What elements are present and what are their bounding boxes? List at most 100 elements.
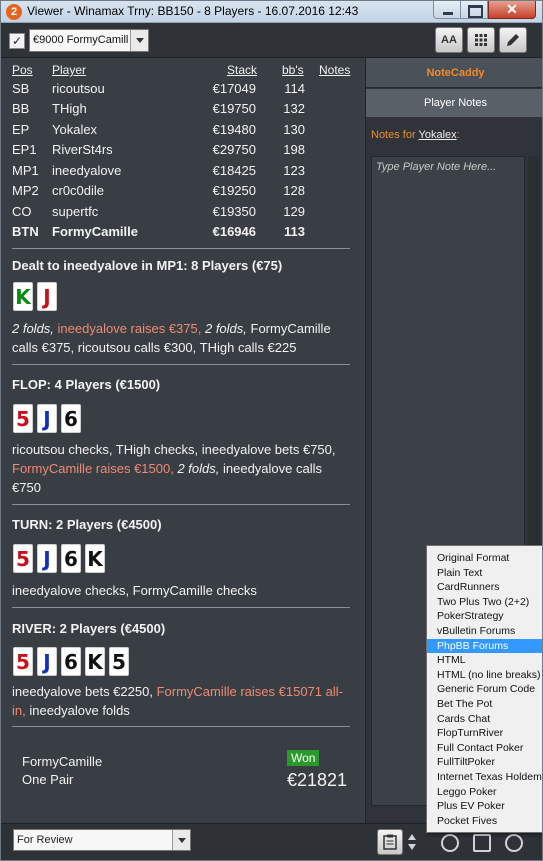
notes-player-link[interactable]: Yokalex	[419, 129, 457, 141]
format-menu-item[interactable]: Pocket Fives	[427, 814, 542, 829]
divider	[12, 364, 350, 365]
player-column-header[interactable]: Player	[52, 63, 86, 77]
seat-player: ricoutsou	[52, 81, 105, 96]
format-menu-item[interactable]: Plain Text	[427, 566, 542, 581]
format-menu-item[interactable]: Full Contact Poker	[427, 741, 542, 756]
seat-row[interactable]: EP1 RiverSt4rs €29750 198	[1, 140, 363, 160]
board-card: K	[85, 544, 105, 573]
edit-button[interactable]	[499, 27, 527, 53]
format-spinner[interactable]	[403, 829, 421, 855]
format-menu-item[interactable]: Leggo Poker	[427, 785, 542, 800]
format-menu-item-selected[interactable]: PhpBB Forums	[427, 638, 542, 654]
river-title: RIVER: 2 Players (€4500)	[12, 621, 166, 636]
chevron-down-icon[interactable]	[172, 830, 190, 850]
divider	[12, 726, 350, 727]
seat-stack: €19750	[212, 101, 256, 116]
seat-player: FormyCamille	[52, 224, 138, 239]
action-text: 2 folds,	[173, 461, 220, 476]
review-select[interactable]: For Review	[13, 829, 191, 851]
board-card: 6	[61, 647, 81, 676]
divider	[12, 607, 350, 608]
seat-row[interactable]: MP2 cr0c0dile €19250 128	[1, 181, 363, 201]
seat-row[interactable]: CO supertfc €19350 129	[1, 202, 363, 222]
seat-bb: 130	[283, 122, 305, 137]
save-icon[interactable]	[473, 834, 491, 852]
format-menu-item[interactable]: Original Format	[427, 551, 542, 566]
pencil-icon	[507, 34, 519, 46]
format-menu-item[interactable]: vBulletin Forums	[427, 624, 542, 639]
bb-column-header[interactable]: bb's	[282, 63, 304, 77]
font-size-button[interactable]: AA	[435, 27, 463, 53]
hole-card: J	[37, 282, 57, 311]
format-menu-item[interactable]: Cards Chat	[427, 712, 542, 727]
clipboard-icon	[383, 834, 397, 850]
minimize-button[interactable]	[433, 1, 461, 19]
seat-stack: €19480	[212, 122, 256, 137]
seat-stack: €19250	[212, 183, 256, 198]
refresh-icon[interactable]	[441, 834, 459, 852]
format-menu-item[interactable]: Two Plus Two (2+2)	[427, 595, 542, 610]
seat-pos: EP	[12, 122, 30, 137]
seat-pos: SB	[12, 81, 30, 96]
grid-button[interactable]	[467, 27, 495, 53]
seat-pos: BTN	[12, 224, 39, 239]
hand-viewer-window: 2 Viewer - Winamax Trny: BB150 - 8 Playe…	[0, 0, 543, 861]
pos-column-header[interactable]: Pos	[12, 63, 33, 77]
hero-seat-row[interactable]: BTN FormyCamille €16946 113	[1, 222, 363, 242]
format-menu-item[interactable]: Bet The Pot	[427, 697, 542, 712]
board-card: J	[37, 544, 57, 573]
seat-bb: 123	[283, 163, 305, 178]
app-icon: 2	[6, 4, 22, 20]
grid-icon	[475, 34, 487, 46]
winning-hand: One Pair	[22, 772, 74, 787]
board-card: 5	[13, 544, 33, 573]
format-menu-item[interactable]: FullTiltPoker	[427, 755, 542, 770]
seat-bb: 113	[284, 224, 305, 239]
seat-player: THigh	[52, 101, 87, 116]
hero-action-text: ineedyalove raises €375,	[53, 321, 202, 336]
stack-column-header[interactable]: Stack	[227, 63, 257, 77]
font-size-label: AA	[441, 34, 457, 46]
board-card: K	[85, 647, 105, 676]
include-checkbox[interactable]: ✓	[9, 33, 25, 49]
tab-notecaddy[interactable]: NoteCaddy	[366, 58, 542, 88]
seat-row[interactable]: MP1 ineedyalove €18425 123	[1, 161, 363, 181]
action-text: 2 folds,	[12, 321, 54, 336]
hero-select-value: €9000 FormyCamill	[33, 34, 129, 46]
seat-stack: €18425	[212, 163, 256, 178]
share-icon[interactable]	[505, 834, 523, 852]
divider	[12, 504, 350, 505]
notes-for-prefix: Notes for	[371, 129, 416, 141]
action-text: ineedyalove bets €2250,	[12, 684, 153, 699]
format-menu-item[interactable]: HTML	[427, 653, 542, 668]
close-button[interactable]: ✕	[488, 1, 536, 19]
notes-column-header[interactable]: Notes	[319, 63, 350, 77]
notes-for-suffix: :	[456, 129, 460, 141]
board-card: 6	[61, 544, 81, 573]
flop-title: FLOP: 4 Players (€1500)	[12, 377, 161, 392]
seat-row[interactable]: BB THigh €19750 132	[1, 99, 363, 119]
chevron-down-icon[interactable]	[130, 30, 148, 51]
seats-header: Pos Player Stack bb's Notes	[1, 58, 363, 78]
board-card: 5	[13, 404, 33, 433]
action-text: 2 folds,	[201, 321, 247, 336]
format-menu-item[interactable]: FlopTurnRiver	[427, 726, 542, 741]
seat-stack: €29750	[212, 142, 256, 157]
maximize-button[interactable]	[461, 1, 488, 19]
seat-pos: BB	[12, 101, 30, 116]
tab-player-notes[interactable]: Player Notes	[366, 89, 542, 117]
format-menu-item[interactable]: HTML (no line breaks)	[427, 668, 542, 683]
seat-row[interactable]: SB ricoutsou €17049 114	[1, 79, 363, 99]
format-menu-item[interactable]: Plus EV Poker	[427, 799, 542, 814]
turn-title: TURN: 2 Players (€4500)	[12, 517, 162, 532]
format-menu-item[interactable]: PokerStrategy	[427, 609, 542, 624]
title-bar: 2 Viewer - Winamax Trny: BB150 - 8 Playe…	[1, 1, 542, 23]
seat-row[interactable]: EP Yokalex €19480 130	[1, 120, 363, 140]
hero-select[interactable]: €9000 FormyCamill	[29, 29, 149, 52]
format-button[interactable]	[377, 829, 403, 855]
won-amount: €21821	[287, 770, 348, 790]
format-menu-item[interactable]: Internet Texas Holdem	[427, 770, 542, 785]
format-menu-item[interactable]: CardRunners	[427, 580, 542, 595]
format-menu-item[interactable]: Generic Forum Code	[427, 682, 542, 697]
seat-stack: €17049	[212, 81, 256, 96]
